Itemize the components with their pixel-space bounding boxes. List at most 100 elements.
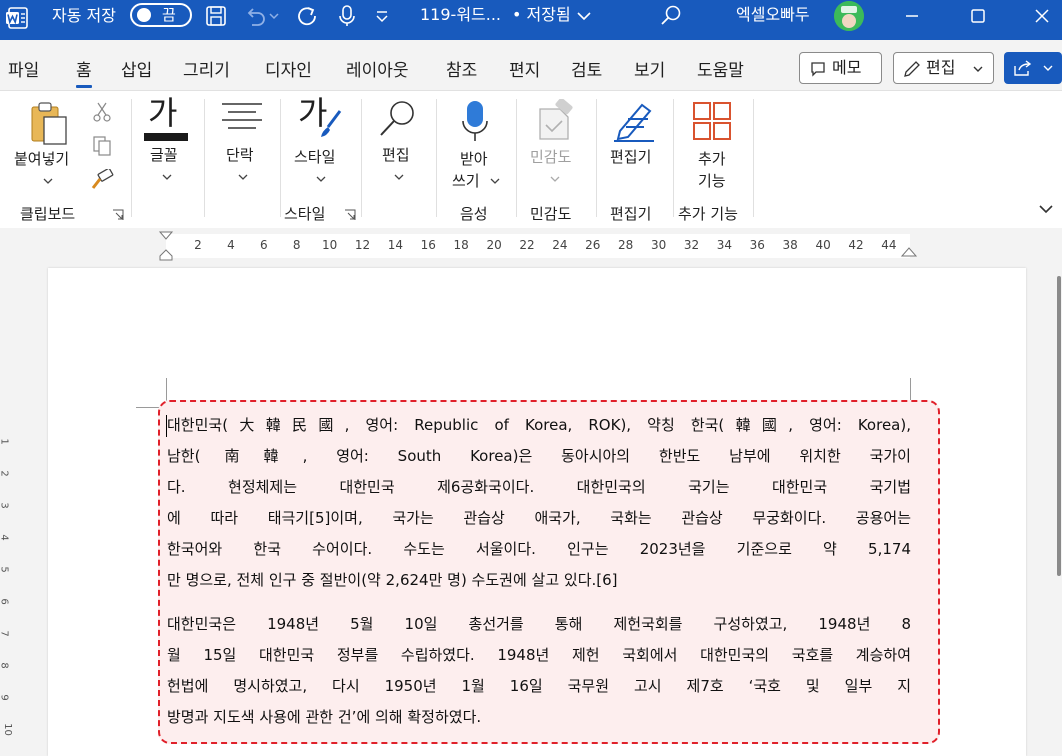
ruler-tick-label: 2 [194, 238, 202, 252]
styles-group-label: 스타일 [284, 205, 326, 223]
tab-insert[interactable]: 삽입 [121, 59, 152, 83]
document-line[interactable]: 한국어와 한국 수어이다. 수도는 서울이다. 인구는 2023년을 기준으로 … [167, 538, 911, 560]
dictate-label-line1: 받아 [460, 150, 488, 168]
style-label: 스타일 [294, 148, 336, 166]
saved-status[interactable]: • 저장됨 [512, 5, 571, 25]
tab-help[interactable]: 도움말 [697, 59, 744, 83]
share-button[interactable] [1004, 52, 1062, 84]
avatar[interactable] [834, 1, 864, 31]
tab-references[interactable]: 참조 [446, 59, 477, 83]
chevron-down-icon [490, 178, 500, 184]
autosave-state: 끔 [162, 6, 176, 24]
vertical-ruler-tick-label: 8 [0, 662, 10, 668]
collapse-ribbon-icon[interactable] [1038, 203, 1054, 215]
vertical-ruler-tick-label: 7 [0, 630, 10, 636]
minimize-icon[interactable] [900, 4, 924, 28]
cut-icon[interactable] [92, 101, 112, 123]
text-cursor [166, 415, 167, 437]
document-line[interactable]: 만 명으로, 전체 인구 중 절반이(약 2,624만 명) 수도권에 살고 있… [167, 569, 911, 591]
tab-layout[interactable]: 레이아웃 [346, 59, 409, 83]
ruler-tick-label: 12 [354, 238, 371, 252]
tab-file[interactable]: 파일 [8, 59, 39, 83]
document-line[interactable]: 다. 현정체제는 대한민국 제6공화국이다. 대한민국의 국기는 대한민국 국기… [167, 476, 911, 498]
comments-button[interactable]: 메모 [799, 52, 882, 84]
ribbon-tab-bar: 파일 홈 삽입 그리기 디자인 레이아웃 참조 편지 검토 보기 도움말 메모 … [0, 40, 1062, 90]
sensitivity-icon [539, 99, 573, 140]
document-line[interactable]: 에 따라 태극기[5]이며, 국가는 관습상 애국가, 국화는 관습상 무궁화이… [167, 507, 911, 529]
ruler-tick-label: 34 [716, 238, 733, 252]
paragraph-label: 단락 [226, 146, 254, 164]
ruler-tick-label: 32 [683, 238, 700, 252]
ruler-tick-label: 30 [650, 238, 667, 252]
font-color-bar [144, 133, 188, 141]
sensitivity-group-label: 민감도 [530, 205, 572, 223]
undo-icon[interactable] [242, 3, 268, 29]
voice-group-label: 음성 [460, 205, 488, 223]
ruler-tick-label: 4 [227, 238, 235, 252]
format-painter-icon[interactable] [90, 169, 114, 191]
editing-mode-button[interactable]: 편집 [893, 52, 994, 84]
ruler-tick-label: 24 [552, 238, 568, 252]
vertical-ruler-tick-label: 5 [0, 566, 10, 572]
tab-view[interactable]: 보기 [634, 59, 665, 83]
document-line[interactable]: 월 15일 대한민국 정부를 수립하였다. 1948년 제헌 국회에서 대한민국… [167, 644, 911, 666]
maximize-icon[interactable] [966, 4, 990, 28]
tab-draw[interactable]: 그리기 [183, 59, 230, 83]
dialog-launcher-icon[interactable] [344, 209, 356, 221]
dictate-label-line2: 쓰기 [452, 172, 480, 190]
undo-dropdown-icon[interactable] [266, 3, 282, 29]
addins-group-label: 추가 기능 [678, 205, 738, 223]
save-icon[interactable] [203, 3, 229, 29]
redo-icon[interactable] [294, 3, 320, 29]
close-icon[interactable] [1030, 4, 1054, 28]
document-line[interactable]: 헌법에 명시하였고, 다시 1950년 1월 16일 국무원 고시 제7호 ‘국… [167, 675, 911, 697]
copy-icon[interactable] [92, 135, 112, 157]
customize-toolbar-icon[interactable] [372, 3, 392, 29]
vertical-ruler-tick-label: 3 [0, 502, 10, 508]
chevron-down-icon[interactable] [574, 3, 594, 29]
ruler-tick-label: 42 [848, 238, 864, 252]
tab-mailings[interactable]: 편지 [509, 59, 540, 83]
comments-label: 메모 [832, 58, 862, 77]
sensitivity-label: 민감도 [530, 148, 572, 166]
tab-review[interactable]: 검토 [571, 59, 602, 83]
ruler-tick-label: 22 [519, 238, 535, 252]
microphone-icon[interactable] [334, 3, 360, 29]
find-icon [380, 101, 414, 136]
horizontal-ruler[interactable]: 2 4 6 8 10 12 14 16 18 20 22 24 26 28 30 32 34 36 38 40 42 44 [0, 228, 1062, 264]
ruler-tick-label: 6 [259, 238, 268, 252]
right-indent-marker-icon[interactable] [900, 244, 918, 258]
autosave-label: 자동 저장 [52, 6, 116, 25]
paragraph-icon [222, 103, 262, 129]
addins-label-line1: 추가 [698, 150, 726, 168]
dialog-launcher-icon[interactable] [112, 209, 124, 221]
vertical-ruler[interactable]: 1 2 3 4 5 6 7 8 9 10 [0, 264, 16, 756]
vertical-scrollbar[interactable] [1052, 268, 1062, 756]
ruler-tick-label: 36 [749, 238, 765, 252]
autosave-toggle[interactable]: 끔 [130, 3, 192, 27]
document-line[interactable]: 방명과 지도색 사용에 관한 건’에 의해 확정하였다. [167, 706, 911, 728]
document-filename[interactable]: 119-워드... [420, 5, 501, 25]
font-glyph: 가 [148, 94, 178, 132]
editor-icon [614, 103, 654, 142]
toggle-knob [137, 8, 151, 22]
vertical-ruler-tick-label: 6 [0, 598, 10, 604]
addins-label-line2: 기능 [698, 172, 726, 190]
chevron-down-icon [162, 174, 172, 180]
ruler-tick-label: 20 [486, 238, 502, 252]
user-name[interactable]: 엑셀오빠두 [736, 5, 810, 25]
document-line[interactable]: 대한민국은 1948년 5월 10일 총선거를 통해 제헌국회를 구성하였고, … [167, 613, 911, 635]
chevron-down-icon [1043, 65, 1053, 71]
vertical-ruler-tick-label: 9 [0, 694, 10, 700]
ruler-tick-label: 28 [618, 238, 634, 252]
vertical-ruler-tick-label: 1 [0, 438, 10, 444]
document-line[interactable]: 대한민국(大韓民國, 영어: Republic of Korea, ROK), … [167, 414, 911, 436]
search-icon[interactable] [658, 3, 684, 29]
tab-design[interactable]: 디자인 [265, 59, 312, 83]
indent-marker-icon[interactable] [158, 230, 174, 264]
document-line[interactable]: 남한(南韓, 영어: South Korea)은 동아시아의 한반도 남부에 위… [167, 445, 911, 467]
tab-home[interactable]: 홈 [76, 59, 92, 88]
chevron-down-icon [43, 178, 53, 184]
editor-label: 편집기 [610, 148, 652, 166]
pencil-icon [904, 61, 920, 77]
